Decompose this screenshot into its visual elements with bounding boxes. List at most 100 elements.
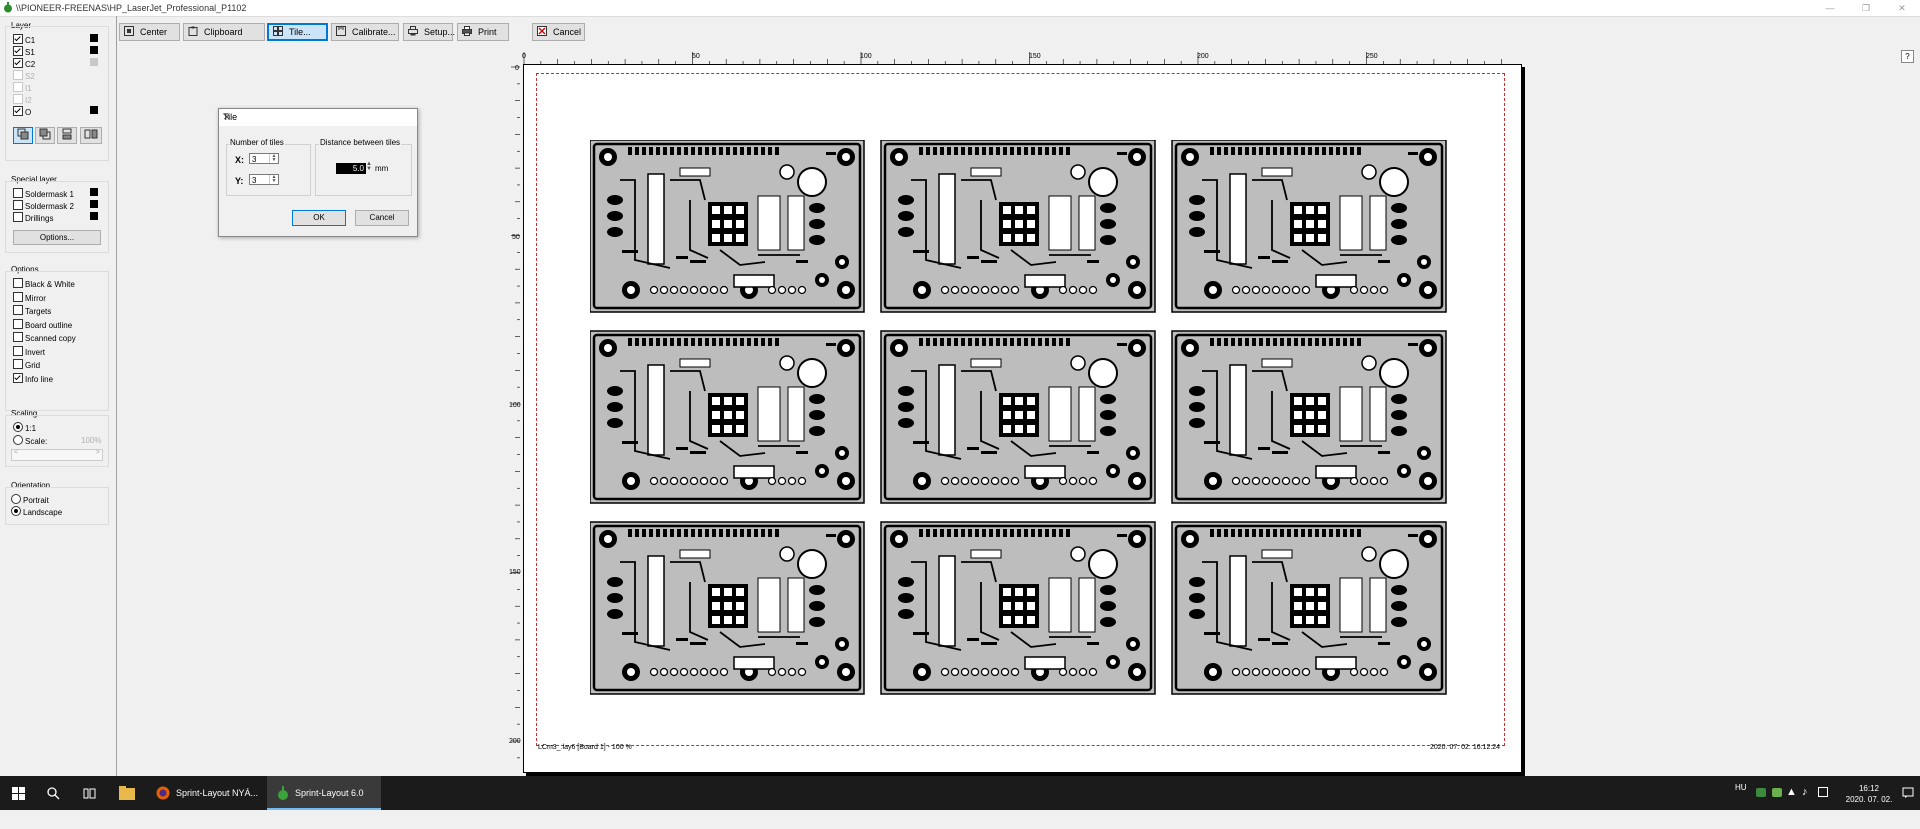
cancel-button[interactable]: Cancel: [532, 23, 585, 41]
drillings-row[interactable]: Drillings: [13, 212, 53, 223]
layer-s1-color[interactable]: [90, 46, 98, 54]
maximize-button[interactable]: ❐: [1848, 0, 1884, 16]
layer-row-i1: I1: [13, 82, 32, 93]
ok-button[interactable]: OK: [292, 210, 346, 226]
layer-o-checkbox[interactable]: [13, 106, 23, 116]
print-options-panel: Layer C1 S1 C2 S2 I1 I2 O Special layer …: [0, 16, 117, 776]
scaling-1to1-option[interactable]: 1:1: [13, 422, 36, 433]
ruler-top-label-200: 200: [1197, 53, 1209, 60]
layer-c2-color[interactable]: [90, 58, 98, 66]
layer-row-c2[interactable]: C2: [13, 58, 35, 69]
calibrate-button[interactable]: Calibrate...: [331, 23, 399, 41]
tile-icon: [273, 26, 283, 36]
pcb-tile-grid: [590, 140, 1448, 696]
task-view-icon[interactable]: [83, 787, 96, 800]
clock-date[interactable]: 2020. 07. 02.: [1826, 795, 1912, 829]
tiles-x-input[interactable]: 3 ▲ ▼: [249, 153, 279, 164]
help-button[interactable]: ?: [1901, 50, 1914, 63]
soldermask1-color[interactable]: [90, 188, 98, 196]
tiles-y-spin-icon[interactable]: ▲ ▼: [269, 175, 278, 184]
taskbar: Sprint-Layout NYÁ... Sprint-Layout 6.0 H…: [0, 776, 1920, 810]
option-mirror[interactable]: Mirror: [13, 292, 46, 303]
soldermask2-color[interactable]: [90, 200, 98, 208]
orientation-landscape-option[interactable]: Landscape: [11, 506, 62, 517]
windows-start-icon[interactable]: [12, 787, 25, 800]
close-window-button[interactable]: ✕: [1884, 0, 1920, 16]
option-info-line[interactable]: Info line: [13, 373, 53, 384]
portrait-radio[interactable]: [11, 494, 21, 504]
scanned-copy-checkbox[interactable]: [13, 332, 23, 342]
file-explorer-icon[interactable]: [119, 786, 135, 800]
layer-s1-checkbox[interactable]: [13, 46, 23, 56]
layer-i2-checkbox: [13, 94, 23, 104]
layer-view-button-1[interactable]: [13, 127, 33, 144]
ruler-top-label-150: 150: [1029, 53, 1041, 60]
option-grid[interactable]: Grid: [13, 359, 40, 370]
layer-c1-color[interactable]: [90, 34, 98, 42]
layer-row-c1[interactable]: C1: [13, 34, 35, 45]
layer-view-button-4[interactable]: [80, 127, 102, 144]
minimize-button[interactable]: —: [1812, 0, 1848, 16]
dialog-cancel-button[interactable]: Cancel: [355, 210, 409, 226]
taskbar-item-sprint-layout[interactable]: Sprint-Layout 6.0: [267, 776, 381, 810]
info-line-right: 2020. 07. 02. 16:12:24: [1430, 744, 1501, 751]
info-line-checkbox[interactable]: [13, 373, 23, 383]
language-indicator[interactable]: HU: [1735, 771, 1747, 805]
network-icon[interactable]: ▲: [1786, 786, 1797, 820]
layer-row-s1[interactable]: S1: [13, 46, 35, 57]
volume-icon[interactable]: ♪: [1802, 786, 1808, 820]
window-title: \\PIONEER-FREENAS\HP_LaserJet_Profession…: [16, 3, 247, 13]
tray-app-icon[interactable]: [1756, 788, 1766, 797]
layer-view-button-3[interactable]: [57, 127, 77, 144]
tile-button[interactable]: Tile...: [267, 23, 328, 41]
layer-row-o[interactable]: O: [13, 106, 31, 117]
tiles-x-spin-icon[interactable]: ▲ ▼: [269, 154, 278, 163]
clipboard-button[interactable]: Clipboard: [183, 23, 265, 41]
nvidia-tray-icon[interactable]: [1772, 788, 1782, 797]
targets-checkbox[interactable]: [13, 305, 23, 315]
center-button[interactable]: Center: [119, 23, 180, 41]
dialog-close-icon[interactable]: ✕: [223, 112, 413, 123]
soldermask2-row[interactable]: Soldermask 2: [13, 200, 74, 211]
landscape-radio[interactable]: [11, 506, 21, 516]
layer-c1-checkbox[interactable]: [13, 34, 23, 44]
pcb-tile: [1170, 140, 1448, 314]
distance-spin-icon[interactable]: ▲ ▼: [366, 161, 372, 172]
layer-o-color[interactable]: [90, 106, 98, 114]
top-ruler: [523, 52, 1502, 64]
option-targets[interactable]: Targets: [13, 305, 51, 316]
option-board-outline[interactable]: Board outline: [13, 319, 72, 330]
options-button[interactable]: Options...: [13, 230, 101, 245]
layer-s2-checkbox: [13, 70, 23, 80]
tiles-y-input[interactable]: 3 ▲ ▼: [249, 174, 279, 185]
layer-c2-checkbox[interactable]: [13, 58, 23, 68]
soldermask1-checkbox[interactable]: [13, 188, 23, 198]
ruler-left-label-150: 150: [509, 569, 521, 576]
scaling-scale-radio[interactable]: [13, 435, 23, 445]
option-scanned-copy[interactable]: Scanned copy: [13, 332, 76, 343]
distance-unit: mm: [375, 164, 389, 173]
invert-checkbox[interactable]: [13, 346, 23, 356]
soldermask2-checkbox[interactable]: [13, 200, 23, 210]
drillings-checkbox[interactable]: [13, 212, 23, 222]
taskbar-item-firefox[interactable]: Sprint-Layout NYÁ...: [150, 776, 264, 810]
grid-checkbox[interactable]: [13, 359, 23, 369]
mirror-checkbox[interactable]: [13, 292, 23, 302]
scaling-scale-option[interactable]: Scale:: [13, 435, 47, 446]
pcb-tile: [590, 329, 866, 505]
setup-button[interactable]: Setup...: [403, 23, 455, 41]
soldermask1-row[interactable]: Soldermask 1: [13, 188, 74, 199]
orientation-portrait-option[interactable]: Portrait: [11, 494, 49, 505]
layer-side-by-side-icon: [84, 129, 98, 139]
option-black-white[interactable]: Black & White: [13, 278, 75, 289]
search-icon[interactable]: [47, 787, 60, 800]
board-outline-checkbox[interactable]: [13, 319, 23, 329]
notifications-icon[interactable]: [1902, 787, 1914, 799]
distance-input[interactable]: 5.0: [336, 163, 366, 174]
print-button[interactable]: Print: [457, 23, 509, 41]
layer-view-button-2[interactable]: [35, 127, 55, 144]
scaling-1to1-radio[interactable]: [13, 422, 23, 432]
black-white-checkbox[interactable]: [13, 278, 23, 288]
drillings-color[interactable]: [90, 212, 98, 220]
option-invert[interactable]: Invert: [13, 346, 45, 357]
